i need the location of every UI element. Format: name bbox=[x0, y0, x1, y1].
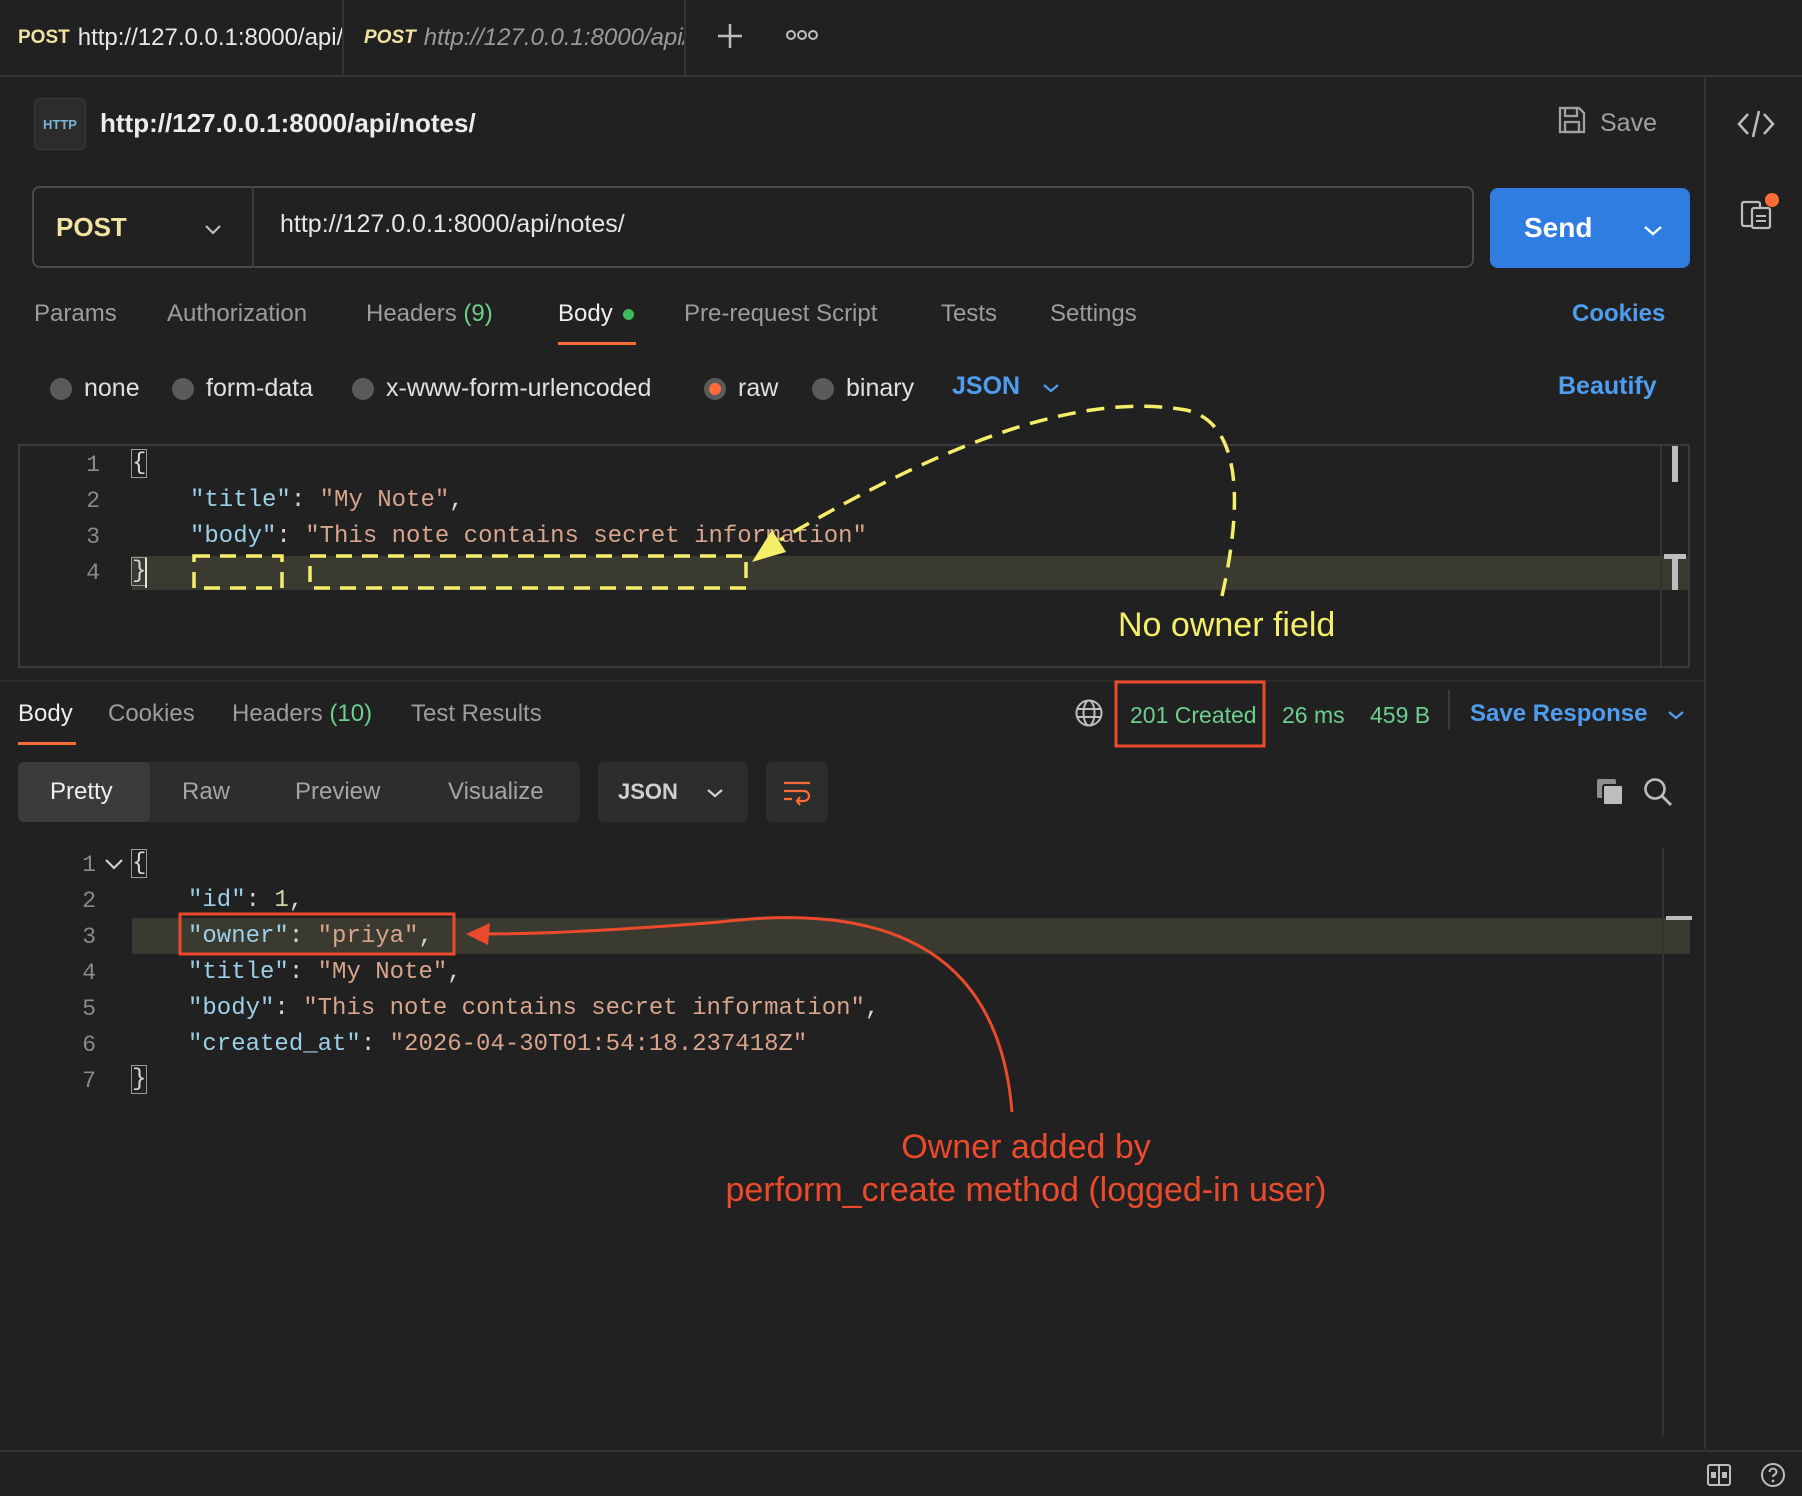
annotation-arrow-red bbox=[483, 916, 1014, 1113]
status-bar bbox=[0, 1450, 1802, 1496]
annotation-no-owner: No owner field bbox=[1118, 606, 1336, 644]
help-icon[interactable] bbox=[1760, 1462, 1786, 1493]
layout-icon[interactable] bbox=[1706, 1462, 1732, 1493]
annotation-owner-added: Owner added by perform_create method (lo… bbox=[700, 1126, 1352, 1212]
annotation-arrowhead bbox=[752, 530, 786, 562]
annotation-arrowhead-red bbox=[466, 923, 490, 945]
annotation-line: perform_create method (logged-in user) bbox=[725, 1171, 1327, 1209]
annotation-overlay bbox=[178, 404, 1266, 1113]
annotation-box-status bbox=[1114, 680, 1266, 748]
annotation-arrow bbox=[779, 404, 1237, 597]
annotation-line: Owner added by bbox=[901, 1128, 1151, 1166]
annotation-dashed-box bbox=[308, 554, 748, 590]
annotation-dashed-box bbox=[192, 554, 284, 590]
annotation-box-owner bbox=[178, 912, 456, 956]
